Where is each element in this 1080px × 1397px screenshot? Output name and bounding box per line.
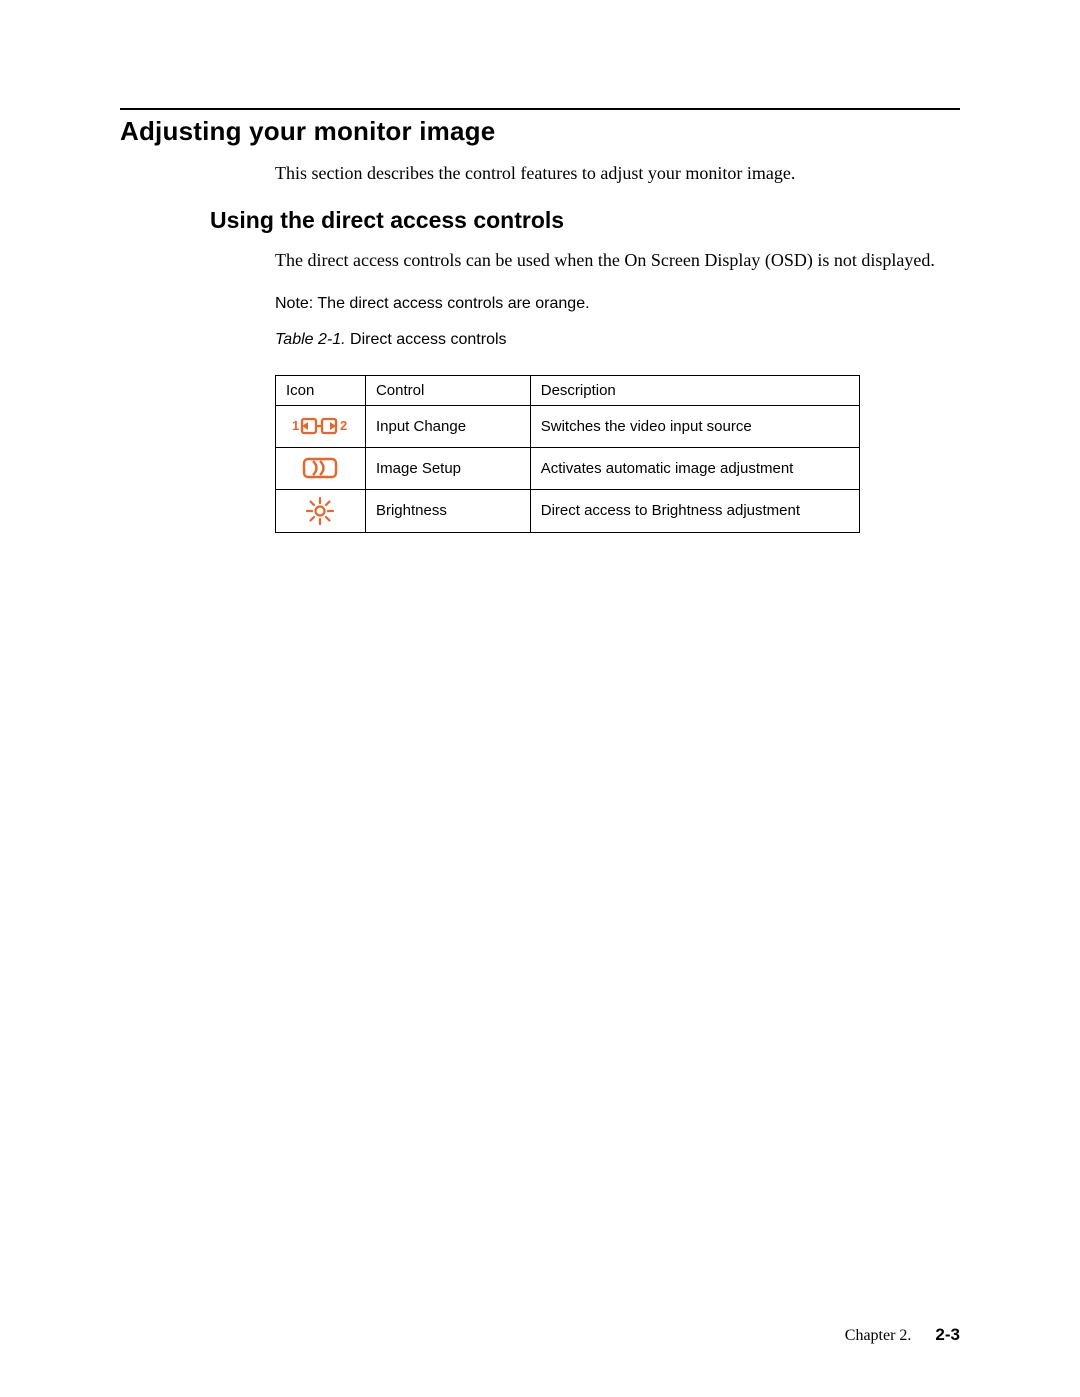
page-footer: Chapter 2. 2-3 (845, 1325, 960, 1345)
description-cell: Direct access to Brightness adjustment (530, 489, 859, 532)
table-row: Image Setup Activates automatic image ad… (276, 447, 860, 489)
control-cell: Brightness (365, 489, 530, 532)
table-caption: Table 2-1. Direct access controls (275, 331, 960, 349)
section-rule (120, 108, 960, 110)
section-title: Adjusting your monitor image (120, 116, 960, 147)
table-row: Brightness Direct access to Brightness a… (276, 489, 860, 532)
subsection-intro: The direct access controls can be used w… (275, 248, 960, 272)
brightness-icon (305, 496, 335, 526)
svg-text:1: 1 (292, 418, 299, 433)
table-caption-text: Direct access controls (346, 331, 507, 348)
input-change-icon: 1 2 (288, 415, 352, 437)
note-text: Note: The direct access controls are ora… (275, 295, 960, 313)
section-intro: This section describes the control featu… (275, 161, 960, 185)
icon-cell: 1 2 (276, 405, 366, 447)
icon-cell (276, 447, 366, 489)
description-cell: Activates automatic image adjustment (530, 447, 859, 489)
table-caption-label: Table 2-1. (275, 331, 346, 348)
description-cell: Switches the video input source (530, 405, 859, 447)
table-header-row: Icon Control Description (276, 375, 860, 405)
th-description: Description (530, 375, 859, 405)
subsection-title: Using the direct access controls (210, 207, 960, 234)
image-setup-icon (301, 456, 339, 480)
footer-page-number: 2-3 (935, 1325, 960, 1345)
control-cell: Image Setup (365, 447, 530, 489)
th-icon: Icon (276, 375, 366, 405)
th-control: Control (365, 375, 530, 405)
table-row: 1 2 Input Change Switches the video inp (276, 405, 860, 447)
footer-chapter: Chapter 2. (845, 1327, 912, 1345)
direct-access-controls-table: Icon Control Description 1 (275, 375, 860, 533)
icon-cell (276, 489, 366, 532)
svg-text:2: 2 (340, 418, 347, 433)
control-cell: Input Change (365, 405, 530, 447)
